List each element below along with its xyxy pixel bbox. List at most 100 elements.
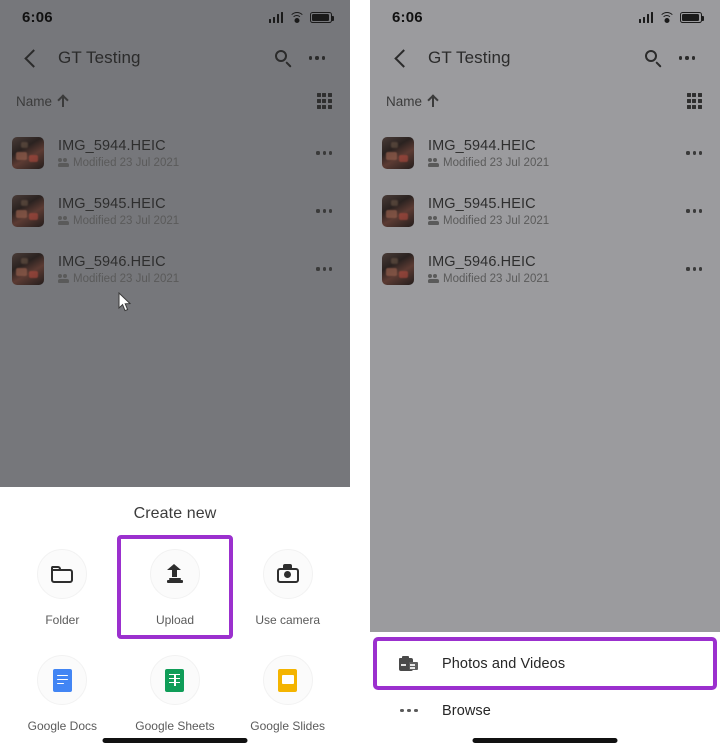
table-row[interactable]: IMG_5946.HEIC Modified 23 Jul 2021: [0, 240, 350, 298]
file-name: IMG_5946.HEIC: [58, 253, 166, 270]
folder-icon-circle: [37, 549, 88, 599]
file-name: IMG_5944.HEIC: [428, 137, 536, 154]
file-thumbnail: [382, 195, 414, 227]
shared-people-icon: [428, 158, 439, 167]
sheet-title: Create new: [133, 505, 217, 522]
shared-people-icon: [428, 216, 439, 225]
back-button[interactable]: [14, 41, 48, 75]
row-more-options-icon[interactable]: [686, 267, 702, 271]
wifi-icon: [658, 11, 675, 23]
file-name: IMG_5945.HEIC: [58, 195, 166, 212]
create-option-use-camera[interactable]: Use camera: [231, 537, 344, 637]
create-option-google-sheets[interactable]: Google Sheets: [119, 643, 232, 743]
upload-source-label: Photos and Videos: [442, 655, 566, 672]
row-more-options-icon[interactable]: [316, 209, 332, 213]
photos-videos-icon: [399, 655, 419, 672]
file-name: IMG_5946.HEIC: [428, 253, 536, 270]
status-clock: 6:06: [22, 8, 53, 26]
page-title: GT Testing: [58, 48, 141, 67]
google-slides-icon: [278, 668, 298, 692]
sort-ascending-icon: [427, 95, 438, 107]
sort-by-name-button[interactable]: Name: [386, 94, 438, 109]
search-icon: [644, 49, 662, 67]
file-meta: Modified 23 Jul 2021: [428, 215, 686, 227]
back-chevron-icon: [23, 48, 43, 68]
create-option-label: Google Sheets: [135, 719, 215, 733]
file-info: IMG_5944.HEIC Modified 23 Jul 2021: [58, 138, 316, 169]
upload-source-label: Browse: [442, 702, 491, 719]
sort-label: Name: [386, 93, 423, 109]
file-info: IMG_5946.HEIC Modified 23 Jul 2021: [58, 254, 316, 285]
file-modified: Modified 23 Jul 2021: [73, 156, 180, 169]
photos-videos-icon-wrap: [396, 655, 422, 672]
battery-icon: [680, 11, 705, 23]
sort-by-name-button[interactable]: Name: [16, 94, 68, 109]
battery-icon: [310, 11, 335, 23]
table-row[interactable]: IMG_5945.HEIC Modified 23 Jul 2021: [0, 182, 350, 240]
create-option-label: Use camera: [255, 613, 320, 627]
browse-dots-icon: [400, 708, 418, 713]
table-row[interactable]: IMG_5944.HEIC Modified 23 Jul 2021: [370, 124, 720, 182]
table-row[interactable]: IMG_5945.HEIC Modified 23 Jul 2021: [370, 182, 720, 240]
phone-screen-left: 6:06 GT Testing Name IMG_5944.HEIC Modif…: [0, 0, 350, 755]
upload-icon: [165, 564, 185, 584]
google-slides-icon-circle: [262, 655, 313, 705]
upload-source-browse[interactable]: Browse: [376, 687, 714, 734]
file-meta: Modified 23 Jul 2021: [58, 273, 316, 285]
shared-people-icon: [428, 274, 439, 283]
grid-view-icon[interactable]: [316, 93, 332, 109]
file-list-right: IMG_5944.HEIC Modified 23 Jul 2021 IMG_5…: [370, 120, 720, 298]
more-options-button[interactable]: [670, 41, 704, 75]
signal-bars-icon: [268, 11, 283, 23]
search-button[interactable]: [636, 41, 670, 75]
create-option-label: Google Docs: [27, 719, 98, 733]
file-meta: Modified 23 Jul 2021: [58, 215, 316, 227]
file-thumbnail: [12, 253, 44, 285]
screenshot-root: 6:06 GT Testing Name IMG_5944.HEIC Modif…: [0, 0, 720, 755]
file-modified: Modified 23 Jul 2021: [443, 214, 550, 227]
create-option-google-slides[interactable]: Google Slides: [231, 643, 344, 743]
google-docs-icon-circle: [37, 655, 88, 705]
app-bar-right: GT Testing: [370, 34, 720, 82]
file-info: IMG_5945.HEIC Modified 23 Jul 2021: [428, 196, 686, 227]
status-icons: [638, 11, 705, 23]
row-more-options-icon[interactable]: [686, 209, 702, 213]
status-icons: [268, 11, 335, 23]
file-thumbnail: [12, 137, 44, 169]
panel-divider: [350, 0, 370, 755]
upload-source-photos-and-videos[interactable]: Photos and Videos: [373, 637, 717, 690]
upload-icon-circle: [149, 549, 200, 599]
create-option-label: Google Slides: [250, 719, 326, 733]
table-row[interactable]: IMG_5944.HEIC Modified 23 Jul 2021: [0, 124, 350, 182]
create-option-upload[interactable]: Upload: [116, 535, 234, 639]
phone-screen-right: 6:06 GT Testing Name IMG_5944.HEIC Modif…: [370, 0, 720, 755]
sort-bar-left: Name: [0, 82, 350, 120]
file-name: IMG_5945.HEIC: [428, 195, 536, 212]
create-option-folder[interactable]: Folder: [6, 537, 119, 637]
row-more-options-icon[interactable]: [316, 151, 332, 155]
file-meta: Modified 23 Jul 2021: [428, 157, 686, 169]
file-thumbnail: [382, 253, 414, 285]
sort-ascending-icon: [57, 95, 68, 107]
create-option-label: Folder: [45, 613, 80, 627]
status-bar-left: 6:06: [0, 0, 350, 34]
file-info: IMG_5945.HEIC Modified 23 Jul 2021: [58, 196, 316, 227]
table-row[interactable]: IMG_5946.HEIC Modified 23 Jul 2021: [370, 240, 720, 298]
more-options-button[interactable]: [300, 41, 334, 75]
grid-view-icon[interactable]: [686, 93, 702, 109]
row-more-options-icon[interactable]: [686, 151, 702, 155]
file-modified: Modified 23 Jul 2021: [73, 214, 180, 227]
upload-source-bottom-sheet: Photos and Videos Browse: [370, 632, 720, 755]
search-icon: [274, 49, 292, 67]
create-new-options-grid: Folder Upload Use camera Google Docs Goo: [0, 523, 350, 743]
file-meta: Modified 23 Jul 2021: [58, 157, 316, 169]
search-button[interactable]: [266, 41, 300, 75]
file-list-left: IMG_5944.HEIC Modified 23 Jul 2021 IMG_5…: [0, 120, 350, 298]
camera-icon: [276, 564, 299, 583]
status-bar-right: 6:06: [370, 0, 720, 34]
browse-icon-wrap: [396, 708, 422, 713]
back-button[interactable]: [384, 41, 418, 75]
file-thumbnail: [12, 195, 44, 227]
create-option-google-docs[interactable]: Google Docs: [6, 643, 119, 743]
row-more-options-icon[interactable]: [316, 267, 332, 271]
